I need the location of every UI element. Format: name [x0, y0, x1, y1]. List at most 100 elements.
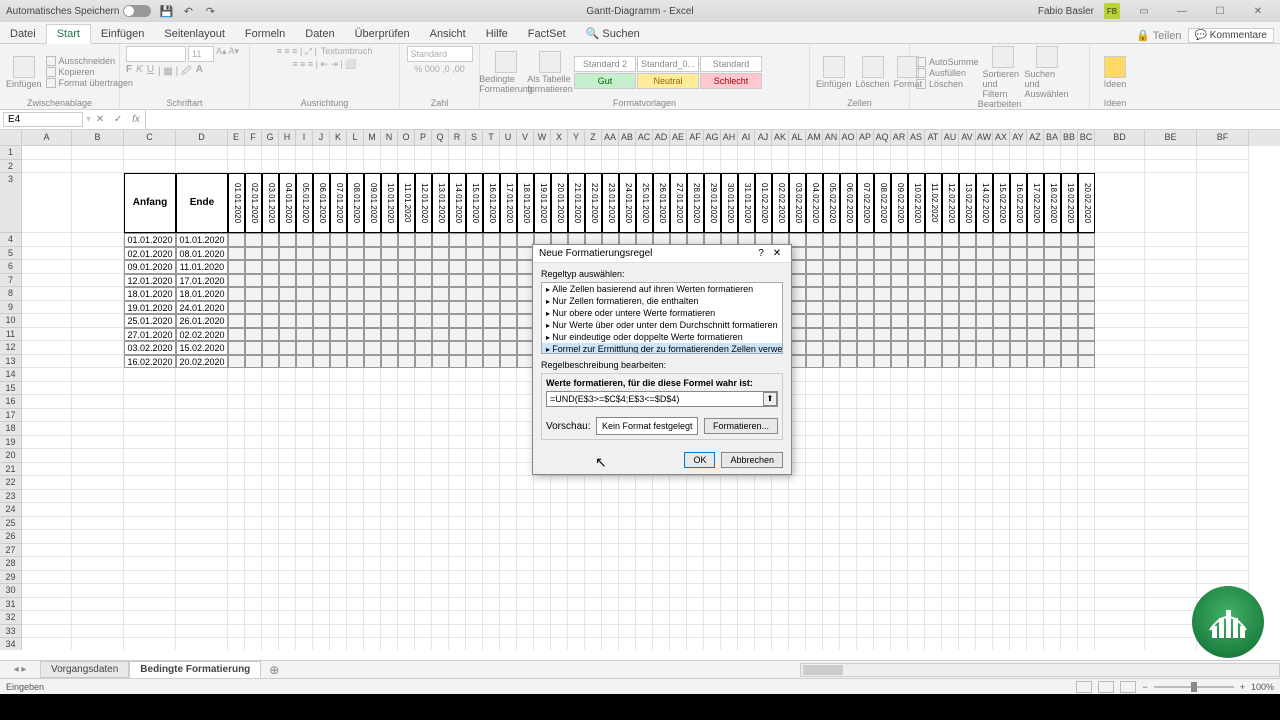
cell[interactable]: [942, 146, 959, 160]
cell[interactable]: 16.02.2020: [124, 355, 176, 369]
cell[interactable]: [1078, 355, 1095, 369]
cell[interactable]: [908, 436, 925, 450]
cell[interactable]: [1145, 247, 1197, 261]
cell[interactable]: [296, 146, 313, 160]
cell[interactable]: [124, 530, 176, 544]
cell[interactable]: [1145, 368, 1197, 382]
col-header[interactable]: AS: [908, 130, 925, 146]
cell[interactable]: [891, 395, 908, 409]
cell[interactable]: [449, 395, 466, 409]
cell[interactable]: [891, 409, 908, 423]
zoom-slider[interactable]: [1154, 686, 1234, 688]
cell[interactable]: [262, 146, 279, 160]
cell[interactable]: [1044, 328, 1061, 342]
cell[interactable]: [891, 449, 908, 463]
cell[interactable]: [364, 517, 381, 531]
cell[interactable]: [228, 449, 245, 463]
cell[interactable]: [891, 436, 908, 450]
cell[interactable]: [279, 382, 296, 396]
col-header[interactable]: AC: [636, 130, 653, 146]
cell[interactable]: [636, 503, 653, 517]
cell[interactable]: [364, 301, 381, 315]
cell[interactable]: 02.01.2020: [124, 247, 176, 261]
cell[interactable]: [124, 436, 176, 450]
cell[interactable]: 28.01.2020: [687, 173, 704, 233]
cell[interactable]: [415, 490, 432, 504]
cell[interactable]: [1197, 233, 1249, 247]
cell[interactable]: [347, 463, 364, 477]
cell[interactable]: [993, 517, 1010, 531]
cell[interactable]: [925, 274, 942, 288]
cell[interactable]: [636, 160, 653, 174]
cell[interactable]: [483, 409, 500, 423]
cell[interactable]: [959, 436, 976, 450]
cell[interactable]: [296, 355, 313, 369]
col-header[interactable]: AG: [704, 130, 721, 146]
cell[interactable]: [653, 625, 670, 639]
cell[interactable]: [636, 611, 653, 625]
cell[interactable]: [432, 611, 449, 625]
row-header[interactable]: 26: [0, 530, 22, 544]
cell[interactable]: [245, 463, 262, 477]
cell[interactable]: [976, 355, 993, 369]
cell[interactable]: [313, 395, 330, 409]
cell[interactable]: [721, 598, 738, 612]
cell[interactable]: [942, 463, 959, 477]
cell[interactable]: [738, 503, 755, 517]
cell[interactable]: [959, 638, 976, 650]
cell[interactable]: [124, 463, 176, 477]
cell[interactable]: [806, 557, 823, 571]
cell[interactable]: [1027, 584, 1044, 598]
cell[interactable]: [619, 571, 636, 585]
style-schlecht[interactable]: Schlecht: [700, 73, 762, 89]
cell[interactable]: [789, 598, 806, 612]
cell[interactable]: [228, 463, 245, 477]
cell[interactable]: [228, 409, 245, 423]
cell[interactable]: [568, 503, 585, 517]
cell[interactable]: [823, 584, 840, 598]
cell[interactable]: [619, 490, 636, 504]
cell[interactable]: [585, 571, 602, 585]
cell[interactable]: [602, 160, 619, 174]
cell[interactable]: [1027, 382, 1044, 396]
cell[interactable]: [228, 287, 245, 301]
cell[interactable]: [313, 409, 330, 423]
cell[interactable]: [1197, 476, 1249, 490]
cell[interactable]: [517, 530, 534, 544]
cell[interactable]: [347, 503, 364, 517]
cell[interactable]: [840, 544, 857, 558]
cell[interactable]: [245, 355, 262, 369]
cell[interactable]: [976, 611, 993, 625]
cell[interactable]: [857, 301, 874, 315]
cell[interactable]: [857, 517, 874, 531]
cell[interactable]: [823, 274, 840, 288]
cell[interactable]: [874, 544, 891, 558]
cell[interactable]: [1010, 341, 1027, 355]
cell[interactable]: [500, 274, 517, 288]
cell[interactable]: [959, 301, 976, 315]
cell[interactable]: [755, 160, 772, 174]
cell[interactable]: [993, 436, 1010, 450]
cell[interactable]: [840, 368, 857, 382]
cell[interactable]: [925, 382, 942, 396]
cell[interactable]: [347, 571, 364, 585]
col-header[interactable]: AB: [619, 130, 636, 146]
cell[interactable]: [398, 463, 415, 477]
cell[interactable]: [1010, 314, 1027, 328]
cell[interactable]: [653, 584, 670, 598]
cell[interactable]: [500, 611, 517, 625]
cell[interactable]: [1145, 409, 1197, 423]
cell[interactable]: [670, 625, 687, 639]
redo-icon[interactable]: ↷: [203, 4, 217, 18]
cell[interactable]: [398, 436, 415, 450]
cell[interactable]: [704, 598, 721, 612]
cell[interactable]: [1197, 301, 1249, 315]
sheet-tab-vorgangsdaten[interactable]: Vorgangsdaten: [40, 661, 129, 678]
cell[interactable]: [1197, 146, 1249, 160]
cell[interactable]: [1010, 247, 1027, 261]
cell[interactable]: [483, 598, 500, 612]
cell[interactable]: [874, 301, 891, 315]
cell[interactable]: [976, 328, 993, 342]
col-header[interactable]: AJ: [755, 130, 772, 146]
cell[interactable]: [942, 287, 959, 301]
